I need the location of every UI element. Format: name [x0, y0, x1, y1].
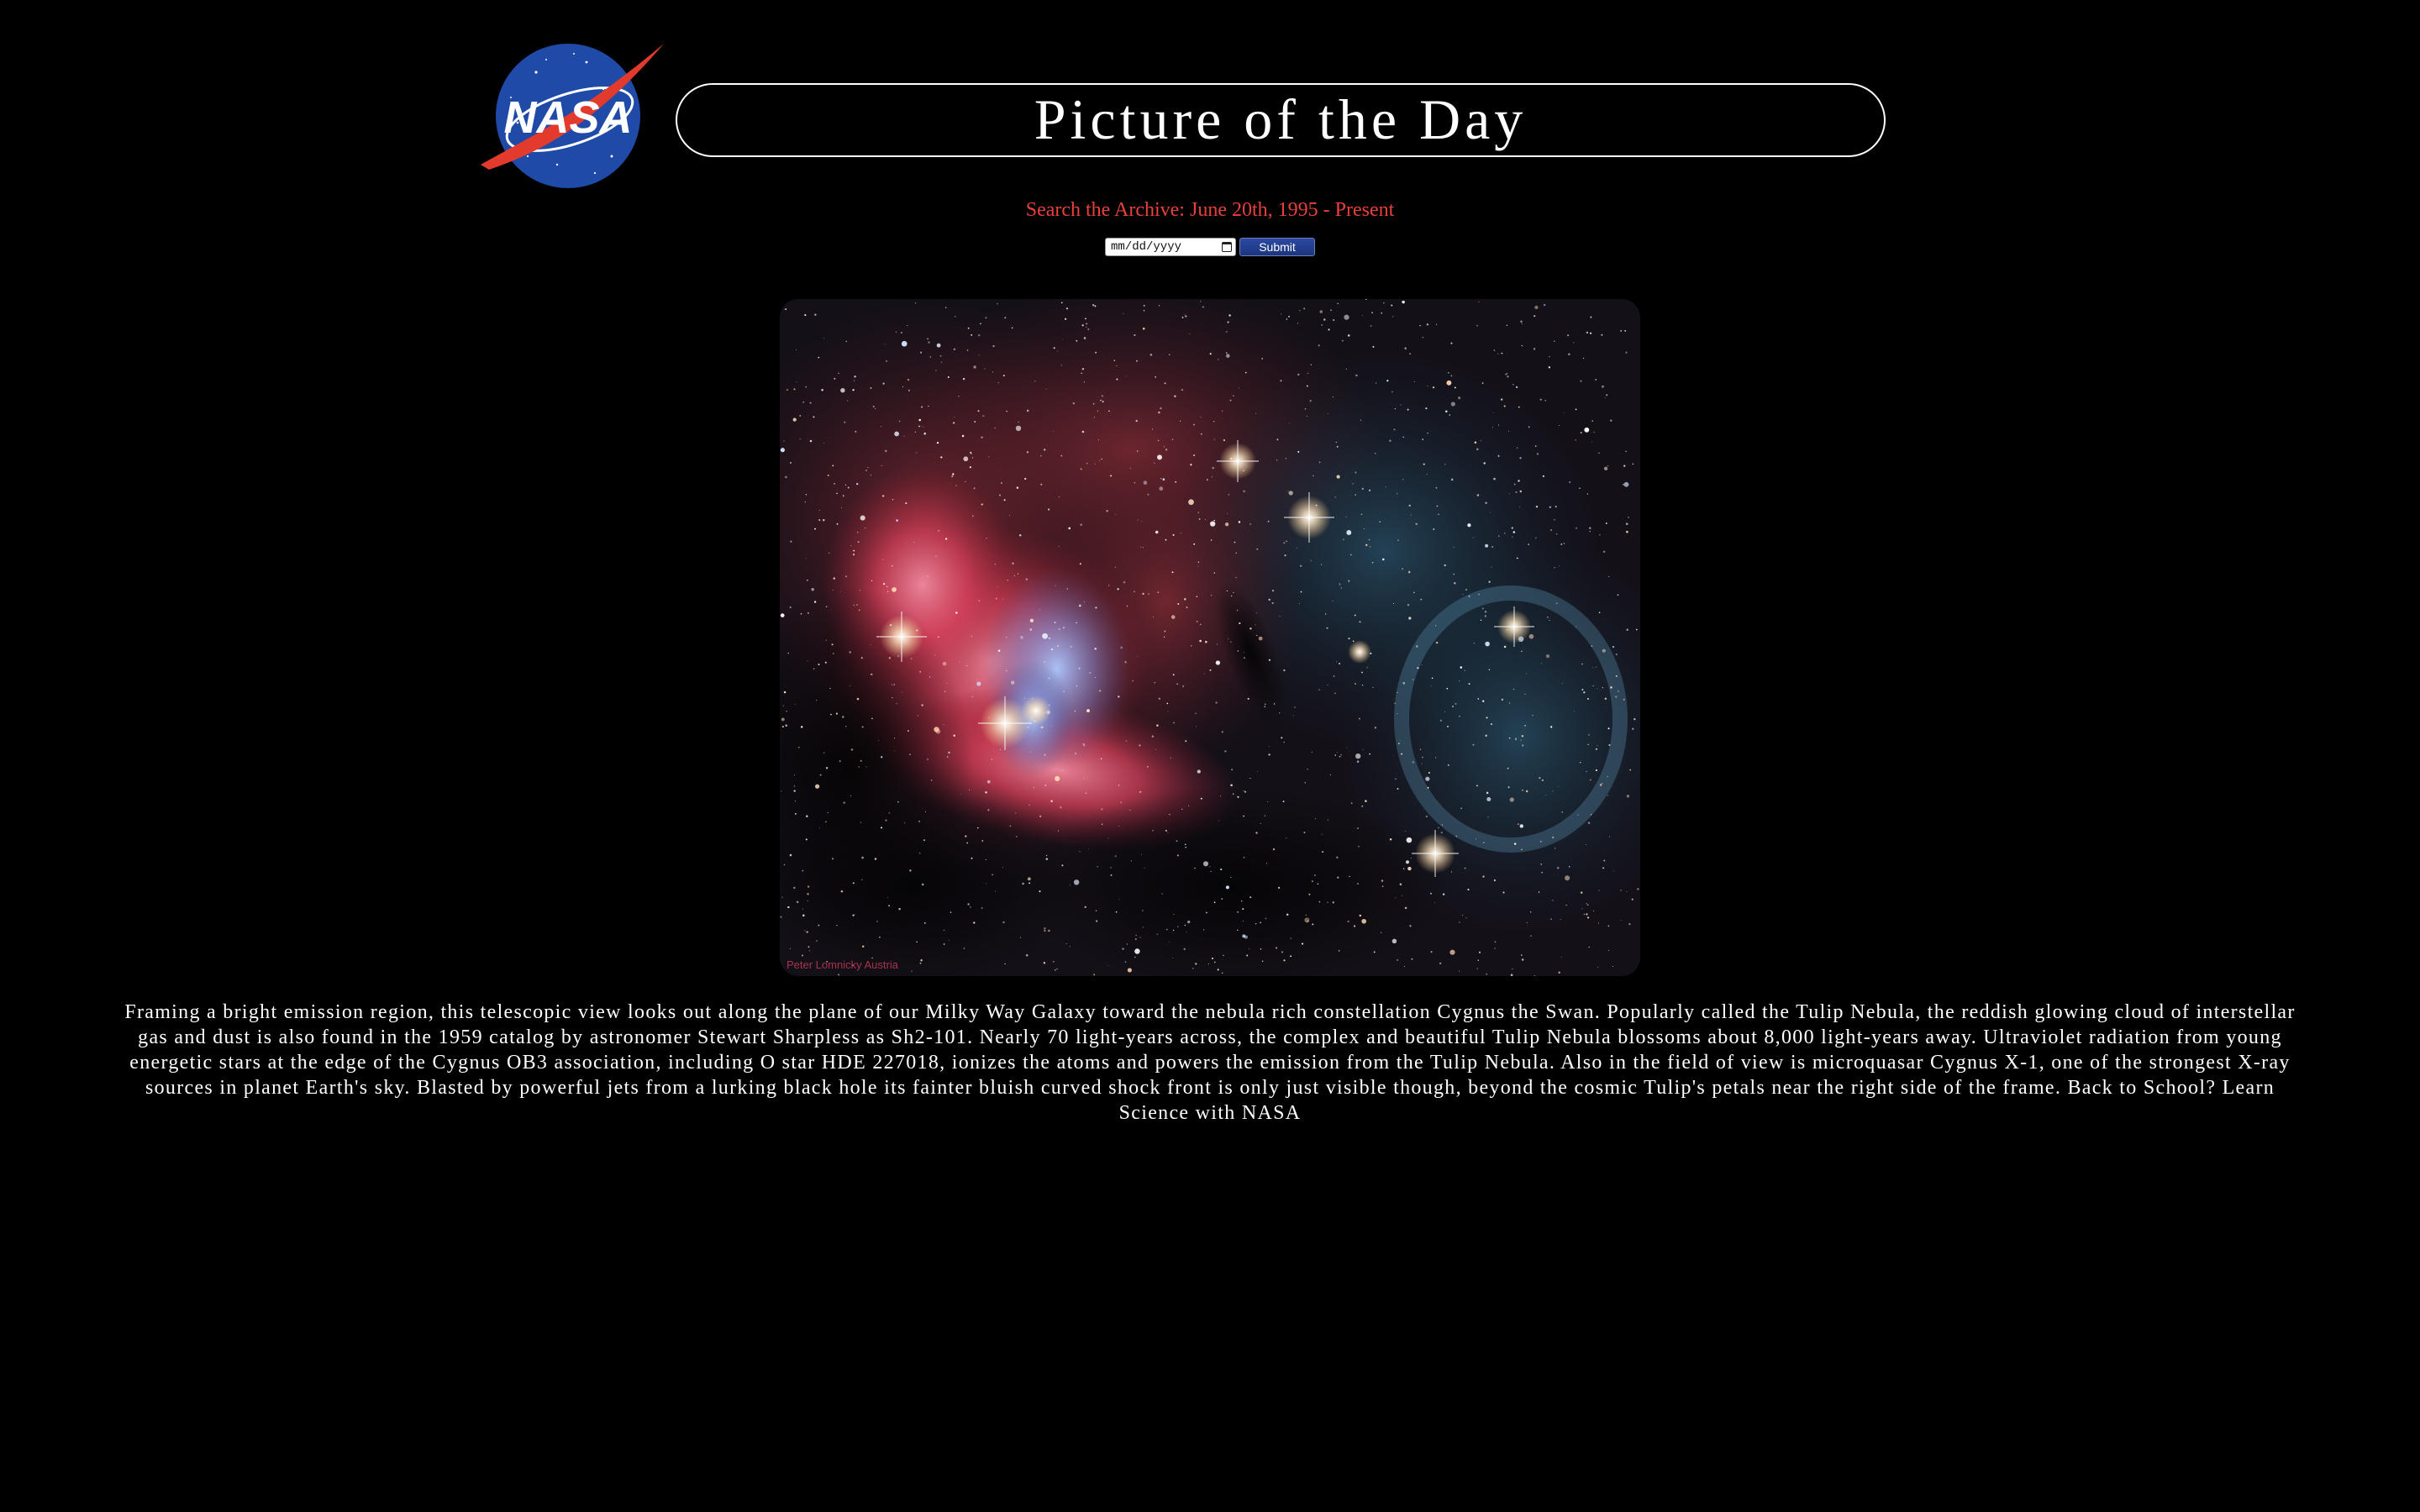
image-credit: Peter Lomnicky Austria [786, 958, 898, 971]
nasa-meatball-icon: NASA [481, 44, 664, 188]
picture-explanation: Framing a bright emission region, this t… [124, 1001, 2296, 1124]
picture-of-the-day-image[interactable]: Peter Lomnicky Austria [780, 299, 1640, 976]
submit-button[interactable]: Submit [1239, 238, 1315, 256]
title-banner: Picture of the Day [676, 83, 1886, 157]
page-title: Picture of the Day [1034, 87, 1528, 151]
date-input[interactable]: mm/dd/yyyy [1105, 238, 1236, 256]
archive-search-form: mm/dd/yyyy Submit [0, 238, 2420, 256]
nebula-photo [780, 299, 1640, 976]
logo-wordmark: NASA [503, 92, 632, 143]
archive-search-label: Search the Archive: June 20th, 1995 - Pr… [1025, 199, 1395, 221]
calendar-icon[interactable] [1222, 242, 1232, 252]
date-input-placeholder: mm/dd/yyyy [1111, 240, 1182, 254]
nasa-logo: NASA [477, 39, 667, 190]
